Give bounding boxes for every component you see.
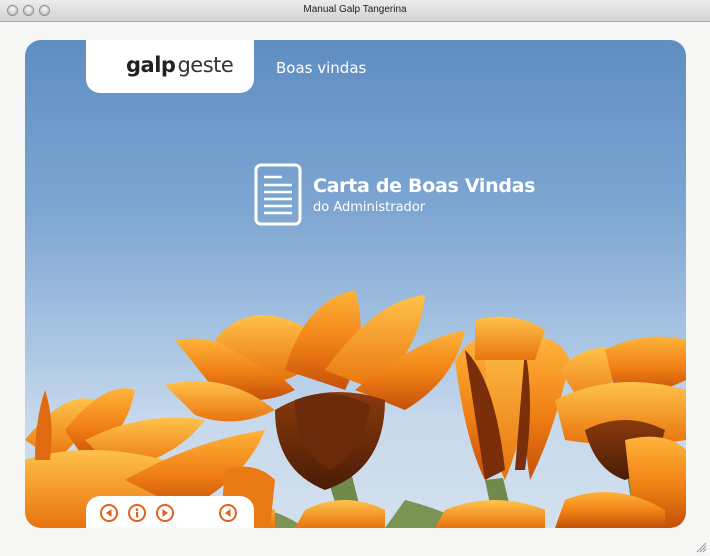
- info-icon: [135, 508, 139, 518]
- app-window: Manual Galp Tangerina galpgeste Boas vin…: [0, 0, 710, 556]
- letter-subtitle[interactable]: do Administrador: [313, 200, 425, 215]
- main-stage: galpgeste Boas vindas Carta de Boas Vind…: [25, 40, 686, 528]
- logo-text-geste: geste: [177, 53, 234, 77]
- navigation-bar: [86, 496, 254, 528]
- document-icon[interactable]: [254, 163, 302, 226]
- logo-text-galp: galp: [126, 53, 176, 77]
- previous-button[interactable]: [100, 504, 118, 522]
- sound-button[interactable]: [219, 504, 237, 522]
- arrow-right-icon: [162, 509, 168, 517]
- next-button[interactable]: [156, 504, 174, 522]
- arrow-left-icon: [106, 509, 112, 517]
- letter-title-link[interactable]: Carta de Boas Vindas: [313, 175, 535, 197]
- window-title: Manual Galp Tangerina: [303, 4, 407, 15]
- galp-geste-logo[interactable]: galpgeste: [126, 53, 234, 77]
- title-bar[interactable]: Manual Galp Tangerina: [0, 0, 710, 22]
- section-title: Boas vindas: [276, 59, 367, 77]
- speaker-icon: [225, 509, 231, 517]
- flowers-background-image: [25, 290, 686, 528]
- resize-grip-icon[interactable]: [695, 541, 707, 553]
- info-button[interactable]: [128, 504, 146, 522]
